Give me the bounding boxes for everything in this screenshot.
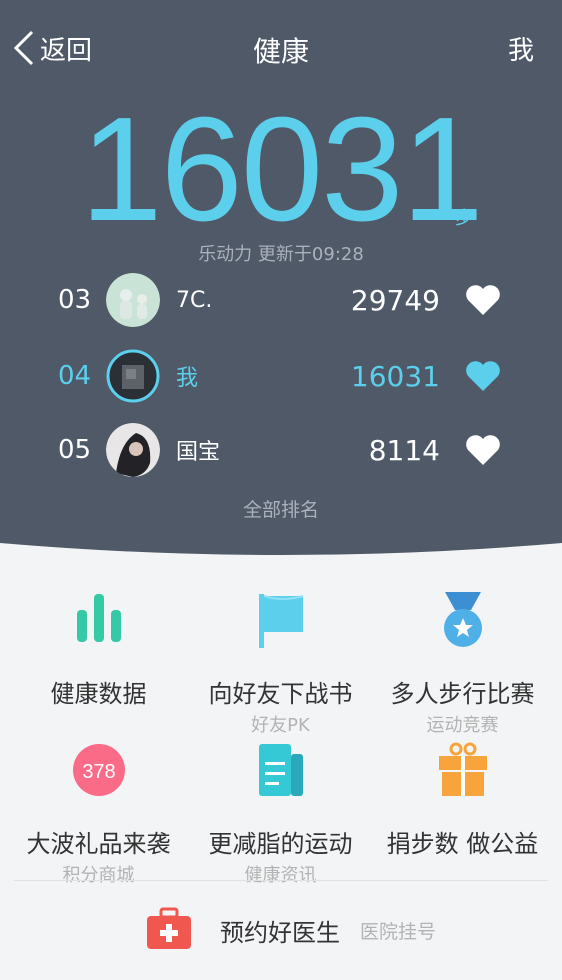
heart-icon[interactable] bbox=[464, 283, 502, 317]
heart-icon[interactable] bbox=[464, 433, 502, 467]
feature-label: 捐步数 做公益 bbox=[386, 830, 539, 858]
feature-sublabel: 好友PK bbox=[251, 715, 310, 736]
document-icon bbox=[258, 744, 303, 796]
rank-score: 16031 bbox=[350, 359, 440, 393]
step-count: 16031 bbox=[80, 87, 484, 252]
feature-sublabel: 运动竞赛 bbox=[426, 715, 499, 736]
rank-score: 29749 bbox=[350, 283, 440, 317]
ranking-row[interactable]: 05 国宝 8114 bbox=[0, 420, 562, 480]
bar-chart-icon bbox=[76, 594, 121, 642]
feature-label: 多人步行比赛 bbox=[390, 680, 535, 708]
flag-icon bbox=[258, 594, 303, 648]
all-ranking-link[interactable]: 全部排名 bbox=[0, 495, 562, 522]
rank-user-name: 我 bbox=[176, 366, 199, 391]
feature-label: 健康数据 bbox=[50, 680, 147, 708]
avatar bbox=[106, 423, 160, 477]
feature-label: 向好友下战书 bbox=[208, 680, 353, 708]
divider bbox=[14, 880, 548, 881]
feature-sublabel: 积分商城 bbox=[62, 865, 135, 886]
doctor-label: 预约好医生 bbox=[220, 919, 340, 947]
feature-walk-contest[interactable]: 多人步行比赛 运动竞赛 bbox=[369, 590, 556, 737]
feature-health-data[interactable]: 健康数据 bbox=[5, 590, 192, 709]
feature-challenge-friend[interactable]: 向好友下战书 好友PK bbox=[187, 590, 374, 737]
feature-sublabel: 健康资讯 bbox=[244, 865, 317, 886]
points-badge-icon: 378 bbox=[72, 744, 125, 796]
ranking-row-me[interactable]: 04 我 16031 bbox=[0, 346, 562, 406]
me-button[interactable]: 我 bbox=[508, 30, 534, 67]
rank-user-name: 7C. bbox=[176, 287, 213, 313]
feature-health-news[interactable]: 更减脂的运动 健康资讯 bbox=[187, 740, 374, 887]
step-counter: 16031 步 bbox=[0, 96, 562, 244]
avatar bbox=[106, 273, 160, 327]
rank-user-name: 国宝 bbox=[176, 440, 221, 465]
rank-number: 04 bbox=[58, 361, 92, 391]
rank-number: 05 bbox=[58, 435, 92, 465]
heart-icon[interactable] bbox=[464, 359, 502, 393]
points-badge-text: 378 bbox=[82, 761, 115, 783]
gift-icon bbox=[438, 742, 487, 796]
ranking-row[interactable]: 03 7C. 29749 bbox=[0, 270, 562, 330]
nav-bar: 返回 健康 我 bbox=[0, 0, 562, 95]
step-unit: 步 bbox=[455, 208, 473, 229]
avatar bbox=[106, 349, 160, 403]
update-status: 乐动力 更新于09:28 bbox=[198, 244, 364, 265]
medal-icon bbox=[443, 592, 482, 647]
wave-divider bbox=[0, 543, 562, 595]
rank-score: 8114 bbox=[368, 433, 440, 467]
doctor-sublabel: 医院挂号 bbox=[360, 921, 437, 943]
page-title: 健康 bbox=[252, 35, 309, 68]
feature-donate-steps[interactable]: 捐步数 做公益 bbox=[369, 740, 556, 859]
medical-kit-icon bbox=[147, 907, 191, 949]
feature-label: 大波礼品来袭 bbox=[26, 830, 171, 858]
rank-number: 03 bbox=[58, 285, 92, 315]
doctor-appointment-entry[interactable]: 预约好医生 医院挂号 bbox=[0, 895, 562, 965]
feature-label: 更减脂的运动 bbox=[208, 830, 353, 858]
feature-points-mall[interactable]: 378 大波礼品来袭 积分商城 bbox=[5, 740, 192, 887]
